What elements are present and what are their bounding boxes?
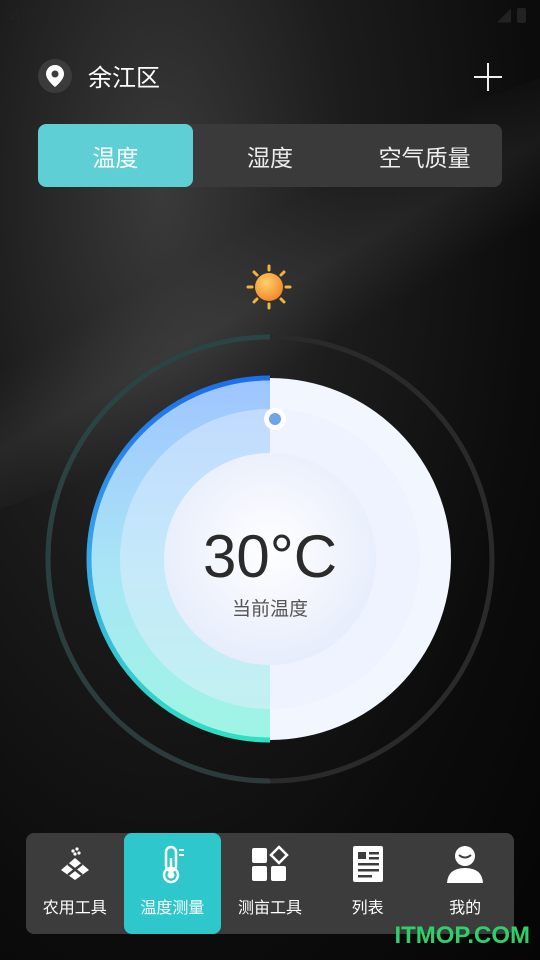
nav-grid-tools[interactable]: 测亩工具 — [221, 833, 319, 934]
nav-label-temperature: 温度测量 — [140, 898, 205, 917]
tab-humidity[interactable]: 湿度 — [193, 124, 348, 187]
location-name: 余江区 — [88, 64, 160, 92]
nav-profile[interactable]: 我的 — [416, 833, 514, 934]
thermometer-icon — [163, 845, 185, 884]
location-selector[interactable]: 余江区 — [38, 58, 160, 93]
nav-label-profile: 我的 — [449, 898, 482, 917]
status-icons — [497, 8, 526, 23]
tab-temperature[interactable]: 温度 — [38, 124, 193, 187]
signal-icon — [497, 8, 511, 23]
battery-icon — [517, 8, 526, 23]
nav-list[interactable]: 列表 — [319, 833, 417, 934]
list-icon — [352, 846, 383, 882]
farm-tools-icon — [60, 847, 89, 880]
nav-temperature[interactable]: 温度测量 — [123, 833, 222, 934]
grid-tools-icon — [251, 845, 289, 881]
nav-label-farm-tools: 农用工具 — [42, 898, 107, 917]
sun-icon — [246, 264, 292, 310]
nav-label-list: 列表 — [351, 898, 384, 917]
bottom-nav: 农用工具 温度测量 测亩工具 列表 我的 — [26, 833, 514, 934]
nav-farm-tools[interactable]: 农用工具 — [26, 833, 124, 934]
current-temperature: 30°C — [202, 523, 338, 590]
current-temperature-label: 当前温度 — [231, 598, 308, 620]
tab-air-quality[interactable]: 空气质量 — [347, 124, 502, 187]
watermark: ITMOP.COM — [394, 922, 530, 949]
location-pin-icon — [38, 58, 72, 93]
tab-bar: 温度 湿度 空气质量 — [38, 124, 502, 187]
add-icon[interactable] — [474, 63, 502, 91]
status-time: 4:58 — [10, 6, 49, 28]
nav-label-grid-tools: 测亩工具 — [237, 898, 302, 917]
person-icon — [447, 846, 484, 883]
